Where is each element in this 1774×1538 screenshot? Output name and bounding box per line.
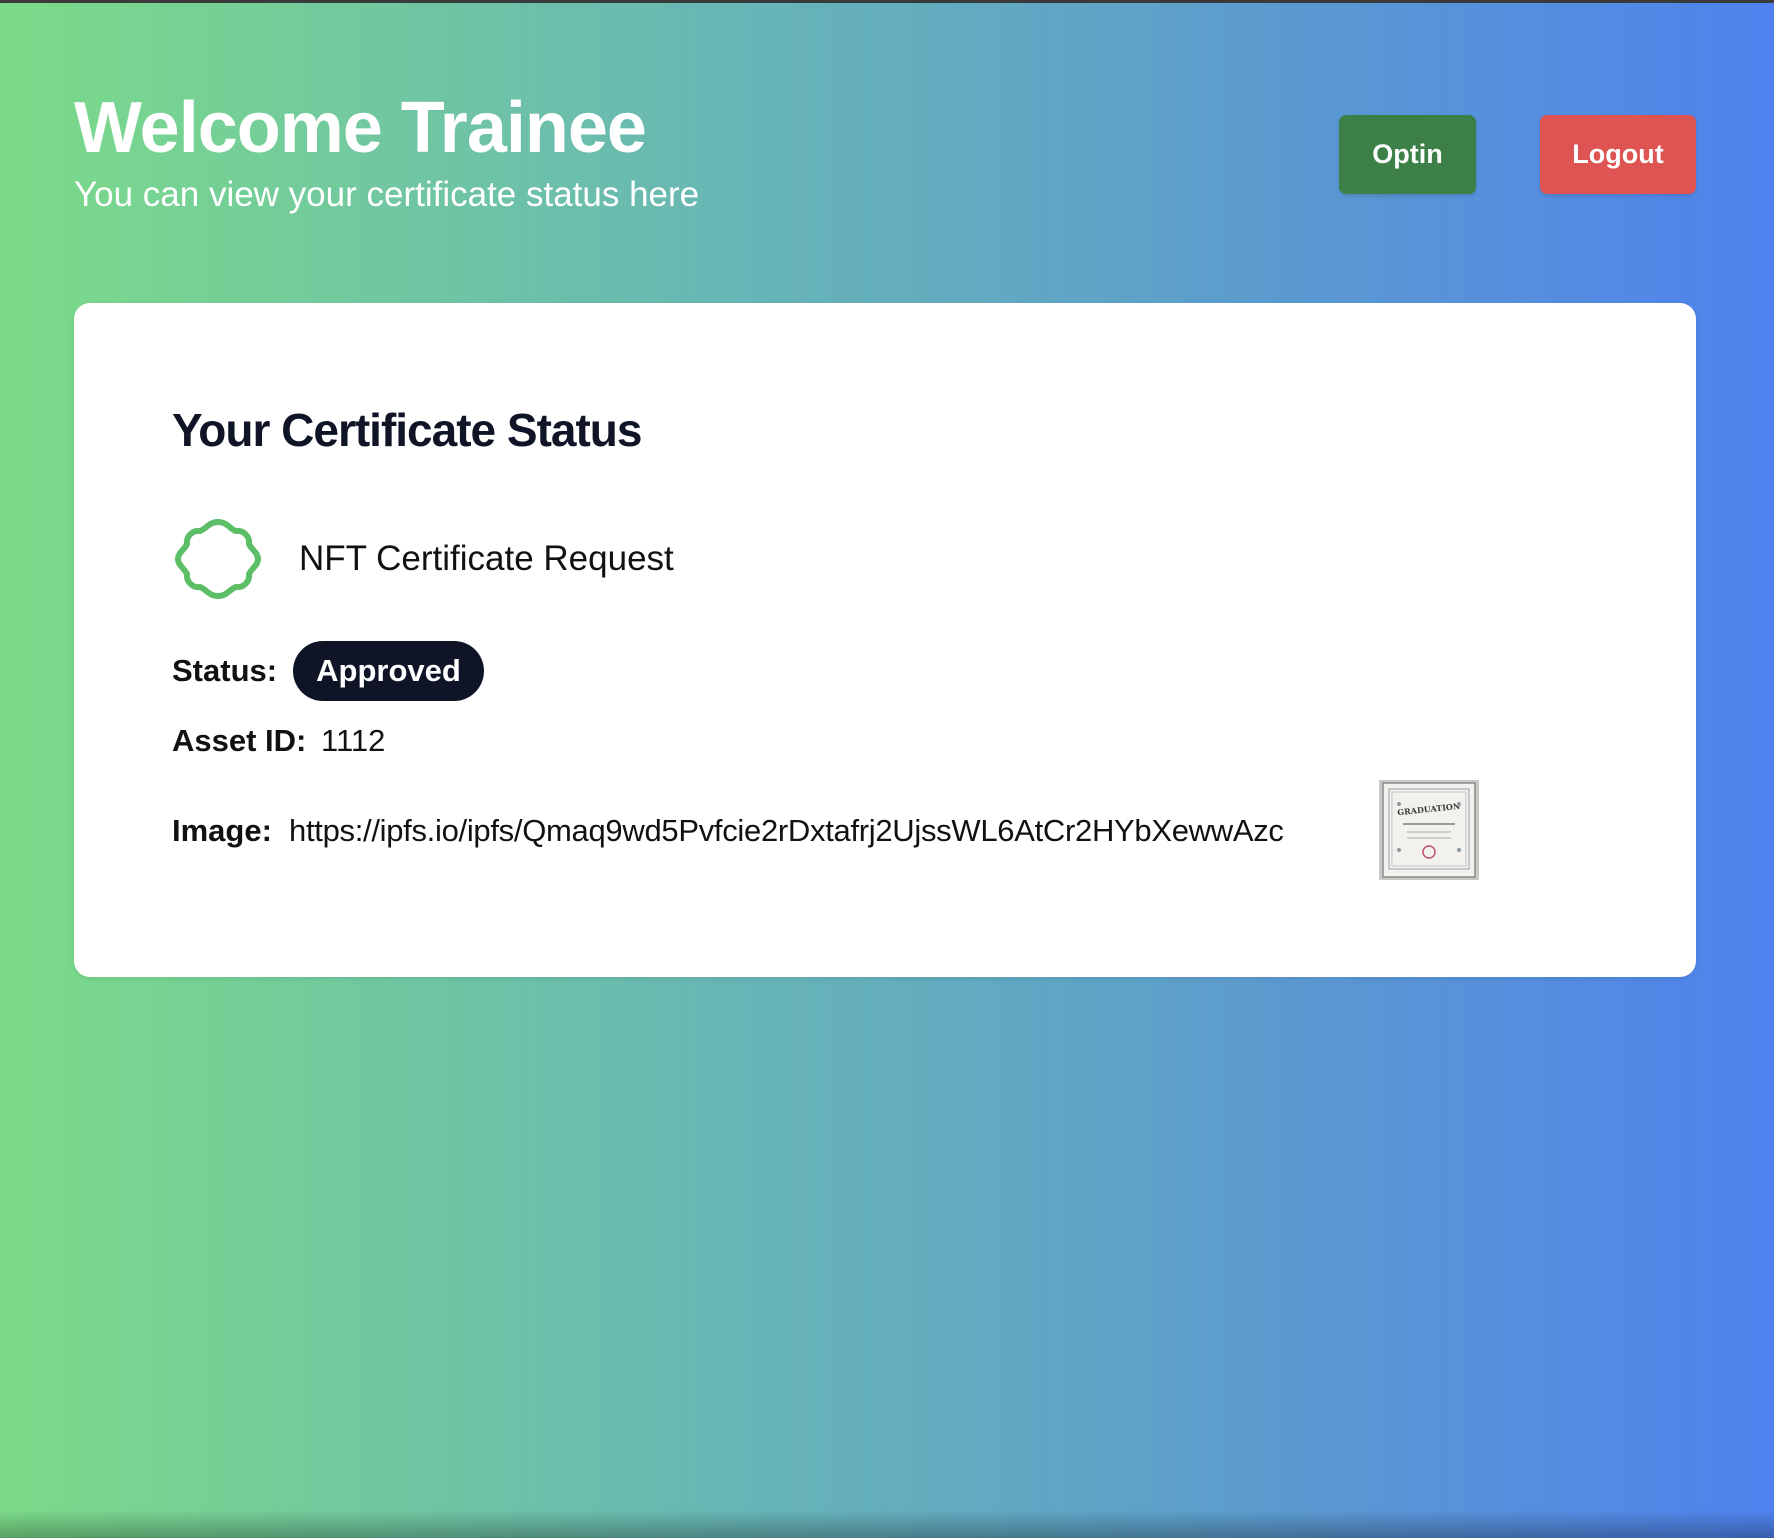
page-title: Welcome Trainee (74, 88, 647, 168)
image-label: Image: (172, 813, 272, 848)
certificate-thumbnail[interactable]: GRADUATION (1379, 780, 1479, 880)
image-url: https://ipfs.io/ipfs/Qmaq9wd5Pvfcie2rDxt… (289, 813, 1284, 848)
page-background: Welcome Trainee You can view your certif… (0, 3, 1774, 1538)
asset-id-value: 1112 (321, 723, 386, 758)
request-label: NFT Certificate Request (299, 539, 674, 578)
logout-button[interactable]: Logout (1540, 115, 1696, 194)
status-label: Status: (172, 653, 278, 688)
page-subtitle: You can view your certificate status her… (74, 175, 700, 214)
badge-outline-icon (175, 519, 261, 599)
certificate-status-card: Your Certificate Status NFT Certificate … (74, 303, 1696, 977)
status-badge: Approved (293, 641, 484, 701)
card-title: Your Certificate Status (172, 404, 642, 456)
asset-id-label: Asset ID: (172, 723, 307, 758)
bottom-shadow (0, 1510, 1774, 1538)
optin-button[interactable]: Optin (1339, 115, 1476, 194)
